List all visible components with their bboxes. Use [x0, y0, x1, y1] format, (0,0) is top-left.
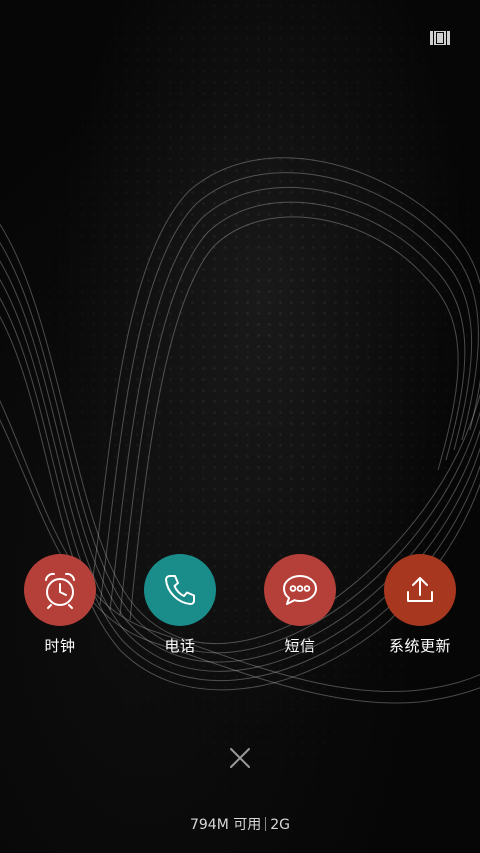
status-divider [265, 817, 267, 831]
recent-apps-row: 时钟 电话 短信 系统更新 [0, 554, 480, 664]
app-clock-circle[interactable] [24, 554, 96, 626]
app-messages-label: 短信 [284, 637, 316, 655]
recent-apps-toggle-icon [430, 31, 450, 45]
alarm-clock-icon [45, 572, 75, 609]
available-memory-text: 794M 可用 [189, 817, 262, 833]
upload-icon [407, 577, 433, 602]
message-icon [283, 575, 317, 605]
app-system-update[interactable]: 系统更新 [365, 554, 475, 656]
phone-icon [165, 575, 195, 605]
clear-all-button[interactable] [226, 744, 254, 772]
network-type-text: 2G [270, 817, 291, 833]
app-system-update-circle[interactable] [384, 554, 456, 626]
memory-status: 794M 可用 2G [0, 815, 480, 835]
app-messages-circle[interactable] [264, 554, 336, 626]
app-phone-label: 电话 [164, 637, 196, 655]
app-clock[interactable]: 时钟 [5, 554, 115, 656]
app-system-update-label: 系统更新 [388, 637, 451, 655]
recent-apps-screen: 时钟 电话 短信 系统更新 794M 可用 2G [0, 0, 480, 853]
app-messages[interactable]: 短信 [245, 554, 355, 656]
app-clock-label: 时钟 [44, 637, 76, 655]
wallpaper-wave-lines [0, 157, 480, 704]
close-icon [230, 748, 250, 768]
app-phone-circle[interactable] [144, 554, 216, 626]
recent-apps-toggle[interactable] [428, 28, 452, 48]
app-phone[interactable]: 电话 [125, 554, 235, 656]
